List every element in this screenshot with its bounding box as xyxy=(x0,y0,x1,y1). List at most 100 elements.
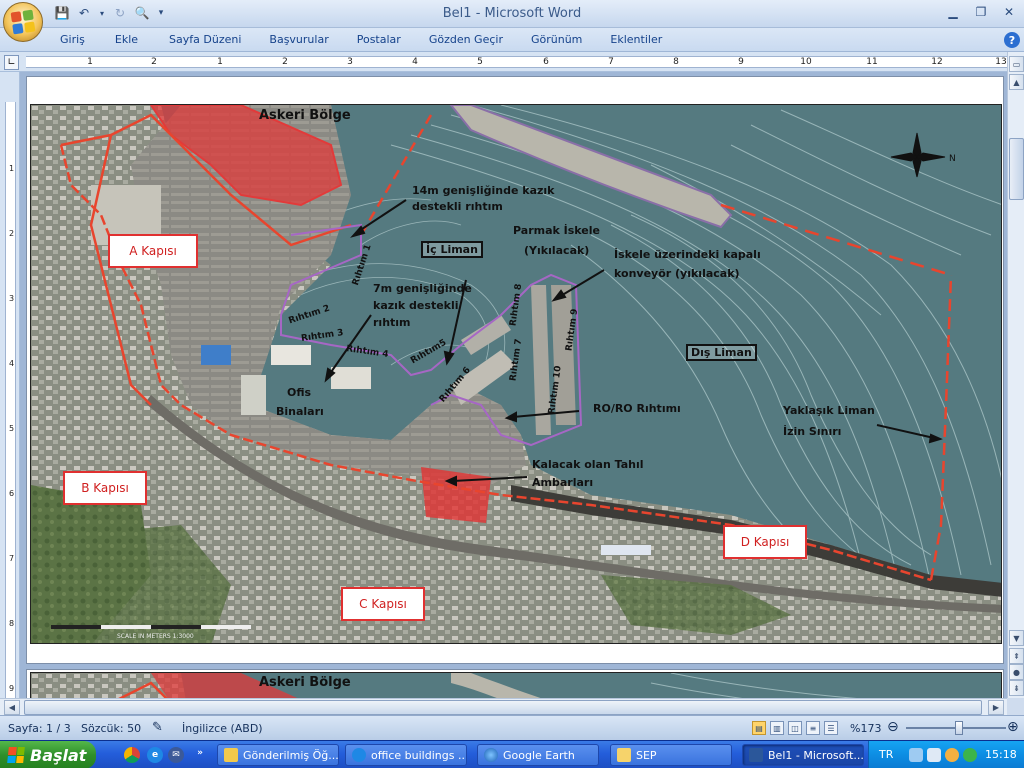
ruler-number: 5 xyxy=(477,57,483,67)
document-page-2[interactable]: Askeri Bölge xyxy=(26,669,1004,698)
tab-ekle[interactable]: Ekle xyxy=(115,33,138,46)
word-icon xyxy=(749,748,763,762)
scroll-right-button[interactable]: ▶ xyxy=(988,700,1004,715)
ruler-strip[interactable]: 1 2 1 2 3 4 5 6 7 8 9 10 11 12 13 xyxy=(26,56,1011,68)
ruler-number: 1 xyxy=(8,164,15,173)
task-label: office buildings ... xyxy=(371,748,467,762)
port-map-image: N Askeri Bölge 14m genişliğinde kazık de… xyxy=(30,104,1002,644)
scale-bar xyxy=(51,625,251,629)
title-bar: 💾 ↶ ▾ ↻ 🔍 ▾ Bel1 - Microsoft Word ▁ ❐ ✕ xyxy=(0,0,1024,28)
task-label: Bel1 - Microsoft... xyxy=(768,748,864,762)
quick-launch-more-icon[interactable]: » xyxy=(192,745,208,761)
start-label: Başlat xyxy=(30,745,87,765)
ruler-number: 1 xyxy=(87,57,93,67)
vertical-ruler-strip[interactable]: 1 2 3 4 5 6 7 8 9 xyxy=(5,102,16,698)
ruler-number: 8 xyxy=(8,619,15,628)
ruler-number: 9 xyxy=(8,684,15,693)
zoom-out-icon[interactable]: ⊖ xyxy=(887,719,899,735)
restore-button[interactable]: ❐ xyxy=(972,4,990,20)
full-screen-reading-view-button[interactable]: ▥ xyxy=(770,721,784,735)
zoom-level[interactable]: %173 xyxy=(850,722,881,735)
folder-icon xyxy=(617,748,631,762)
ruler-number: 5 xyxy=(8,424,15,433)
izin-label-line2: İzin Sınırı xyxy=(783,425,842,438)
minimize-button[interactable]: ▁ xyxy=(944,4,962,20)
system-tray: TR 15:18 xyxy=(868,741,1024,768)
office-button[interactable] xyxy=(3,2,43,42)
dis-liman-label: Dış Liman xyxy=(686,344,757,361)
ruler-number: 2 xyxy=(8,229,15,238)
scroll-up-button[interactable]: ▲ xyxy=(1009,74,1024,90)
input-language[interactable]: TR xyxy=(879,748,893,761)
task-office-buildings[interactable]: office buildings ... xyxy=(345,744,467,766)
ie-icon[interactable]: e xyxy=(147,747,163,763)
konveyor-label-line2: konveyör (yıkılacak) xyxy=(614,267,740,280)
gate-d-label: D Kapısı xyxy=(723,525,807,559)
parmak-label-line2: (Yıkılacak) xyxy=(524,244,590,257)
rihtim7-label-line1: 7m genişliğinde xyxy=(373,282,472,295)
vertical-scrollbar[interactable]: ▭ ▲ ▼ ⇞ ● ⇟ xyxy=(1007,52,1024,698)
draft-view-button[interactable]: ☰ xyxy=(824,721,838,735)
task-sep-folder[interactable]: SEP xyxy=(610,744,732,766)
next-page-button[interactable]: ⇟ xyxy=(1009,680,1024,696)
ribbon-tabs: Giriş Ekle Sayfa Düzeni Başvurular Posta… xyxy=(0,28,1024,52)
help-icon[interactable]: ? xyxy=(1004,32,1020,48)
tab-basvurular[interactable]: Başvurular xyxy=(269,33,328,46)
ruler-number: 3 xyxy=(347,57,353,67)
ruler-number: 1 xyxy=(217,57,223,67)
language-status[interactable]: İngilizce (ABD) xyxy=(182,722,263,735)
zoom-slider-thumb[interactable] xyxy=(955,721,963,735)
rihtim14-label-line1: 14m genişliğinde kazık xyxy=(412,184,555,197)
ruler-toggle-icon[interactable]: ▭ xyxy=(1009,56,1024,72)
security-icon[interactable] xyxy=(963,748,977,762)
task-google-earth[interactable]: Google Earth xyxy=(477,744,599,766)
horizontal-scrollbar[interactable]: ◀ ▶ xyxy=(0,698,1007,715)
tab-giris[interactable]: Giriş xyxy=(60,33,85,46)
page-count-status[interactable]: Sayfa: 1 / 3 xyxy=(8,722,71,735)
tab-gozden-gecir[interactable]: Gözden Geçir xyxy=(429,33,503,46)
messenger-icon[interactable] xyxy=(945,748,959,762)
task-word-document[interactable]: Bel1 - Microsoft... xyxy=(742,744,864,766)
port-map-image-repeat: Askeri Bölge xyxy=(30,672,1002,698)
print-layout-view-button[interactable]: ▤ xyxy=(752,721,766,735)
horizontal-ruler: ∟ 1 2 1 2 3 4 5 6 7 8 9 10 11 12 13 xyxy=(0,52,1024,72)
close-button[interactable]: ✕ xyxy=(1000,4,1018,20)
network-icon[interactable] xyxy=(909,748,923,762)
word-count-status[interactable]: Sözcük: 50 xyxy=(81,722,141,735)
ofis-label-line2: Binaları xyxy=(276,405,324,418)
task-label: Google Earth xyxy=(503,748,575,762)
tab-gorunum[interactable]: Görünüm xyxy=(531,33,582,46)
web-layout-view-button[interactable]: ◫ xyxy=(788,721,802,735)
clock[interactable]: 15:18 xyxy=(985,748,1017,761)
scroll-down-button[interactable]: ▼ xyxy=(1009,630,1024,646)
start-button[interactable]: Başlat xyxy=(0,741,96,768)
tab-postalar[interactable]: Postalar xyxy=(357,33,401,46)
volume-icon[interactable] xyxy=(927,748,941,762)
task-sent-items[interactable]: Gönderilmiş Öğ... xyxy=(217,744,339,766)
document-page[interactable]: N Askeri Bölge 14m genişliğinde kazık de… xyxy=(26,76,1004,664)
horizontal-scroll-thumb[interactable] xyxy=(24,700,982,715)
ruler-number: 10 xyxy=(800,57,812,67)
tab-stop-selector[interactable]: ∟ xyxy=(4,55,19,70)
zoom-in-icon[interactable]: ⊕ xyxy=(1007,719,1019,735)
browse-object-button[interactable]: ● xyxy=(1009,664,1024,680)
port-map-drawing-repeat xyxy=(31,673,1001,698)
ruler-number: 4 xyxy=(412,57,418,67)
document-area[interactable]: N Askeri Bölge 14m genişliğinde kazık de… xyxy=(20,72,1007,698)
media-icon[interactable]: ✉ xyxy=(168,747,184,763)
tahil-label-line1: Kalacak olan Tahıl xyxy=(532,458,644,471)
tahil-label-line2: Ambarları xyxy=(532,476,594,489)
tab-sayfa-duzeni[interactable]: Sayfa Düzeni xyxy=(169,33,241,46)
chrome-icon[interactable] xyxy=(124,747,140,763)
ruler-number: 11 xyxy=(866,57,878,67)
vertical-scroll-thumb[interactable] xyxy=(1009,138,1024,200)
task-label: Gönderilmiş Öğ... xyxy=(243,748,339,762)
ruler-number: 3 xyxy=(8,294,15,303)
gate-b-label: B Kapısı xyxy=(63,471,147,505)
outline-view-button[interactable]: ≡ xyxy=(806,721,820,735)
tab-eklentiler[interactable]: Eklentiler xyxy=(610,33,662,46)
ruler-number: 2 xyxy=(151,57,157,67)
previous-page-button[interactable]: ⇞ xyxy=(1009,648,1024,664)
proofing-icon[interactable]: ✎ xyxy=(152,720,163,735)
scroll-left-button[interactable]: ◀ xyxy=(4,700,20,715)
